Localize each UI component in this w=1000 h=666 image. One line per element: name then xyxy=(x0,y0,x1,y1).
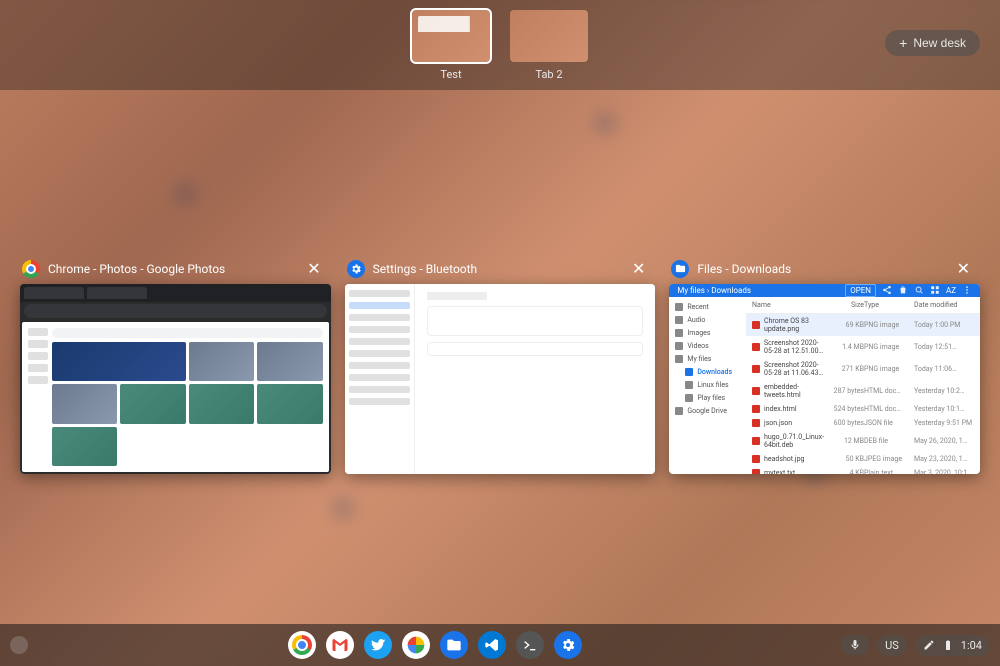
close-icon[interactable]: ✕ xyxy=(953,259,974,278)
files-list: Name Size Type Date modified Chrome OS 8… xyxy=(746,297,980,474)
battery-icon xyxy=(941,639,955,651)
shelf-app-twitter[interactable] xyxy=(364,631,392,659)
sidebar-item-images[interactable]: Images xyxy=(675,329,740,337)
gear-icon xyxy=(347,260,365,278)
sidebar-item-videos[interactable]: Videos xyxy=(675,342,740,350)
desk-thumb-preview xyxy=(510,10,588,62)
sidebar-item-myfiles[interactable]: My files xyxy=(675,355,740,363)
files-preview: My files › Downloads OPEN A xyxy=(669,284,980,474)
file-row[interactable]: Screenshot 2020-05-28 at 11.06.43…271 KB… xyxy=(746,358,980,380)
sidebar-item-play[interactable]: Play files xyxy=(685,394,740,402)
sidebar-item-downloads[interactable]: Downloads xyxy=(685,368,740,376)
window-title: Chrome - Photos - Google Photos xyxy=(48,262,295,276)
gear-icon xyxy=(560,637,576,653)
file-row[interactable]: hugo_0.71.0_Linux-64bit.deb12 MBDEB file… xyxy=(746,430,980,452)
file-row[interactable]: headshot.jpg50 KBJPEG imageMay 23, 2020,… xyxy=(746,452,980,466)
delete-icon[interactable] xyxy=(898,285,908,297)
clock: 1:04 xyxy=(961,639,982,652)
sidebar-item-recent[interactable]: Recent xyxy=(675,303,740,311)
folder-icon xyxy=(446,637,462,653)
settings-preview xyxy=(345,284,656,474)
window-settings[interactable]: Settings - Bluetooth ✕ xyxy=(345,255,656,474)
window-chrome[interactable]: Chrome - Photos - Google Photos ✕ xyxy=(20,255,331,474)
window-body[interactable]: My files › Downloads OPEN A xyxy=(669,284,980,474)
sidebar-item-gdrive[interactable]: Google Drive xyxy=(675,407,740,415)
pen-icon xyxy=(923,639,935,651)
shelf-app-gmail[interactable] xyxy=(326,631,354,659)
launcher-button[interactable] xyxy=(10,636,28,654)
file-row[interactable]: json.json600 bytesJSON fileYesterday 9:5… xyxy=(746,416,980,430)
new-desk-button[interactable]: + New desk xyxy=(885,30,980,56)
chrome-icon xyxy=(22,260,40,278)
close-icon[interactable]: ✕ xyxy=(628,259,649,278)
desk-thumb-test[interactable]: Test xyxy=(412,10,490,81)
shelf-app-terminal[interactable] xyxy=(516,631,544,659)
photos-icon xyxy=(406,635,426,655)
desk-label: Test xyxy=(440,68,461,81)
file-row[interactable]: Screenshot 2020-05-28 at 12.51.00…1.4 MB… xyxy=(746,336,980,358)
files-columns[interactable]: Name Size Type Date modified xyxy=(746,297,980,314)
close-icon[interactable]: ✕ xyxy=(303,259,324,278)
desk-thumb-preview xyxy=(412,10,490,62)
files-sidebar: Recent Audio Images Videos My files Down… xyxy=(669,297,746,474)
window-header: Settings - Bluetooth ✕ xyxy=(345,255,656,284)
window-title: Settings - Bluetooth xyxy=(373,262,620,276)
mic-icon xyxy=(849,639,861,651)
plus-icon: + xyxy=(899,36,907,50)
files-toolbar: My files › Downloads OPEN A xyxy=(669,284,980,297)
sidebar-item-audio[interactable]: Audio xyxy=(675,316,740,324)
window-body[interactable] xyxy=(345,284,656,474)
mic-pill[interactable] xyxy=(841,635,869,655)
gmail-icon xyxy=(331,636,349,654)
search-icon[interactable] xyxy=(914,285,924,297)
ime-pill[interactable]: US xyxy=(877,635,907,656)
window-title: Files - Downloads xyxy=(697,262,944,276)
file-row[interactable]: Chrome OS 83 update.png69 KBPNG imageTod… xyxy=(746,314,980,336)
shelf-app-settings[interactable] xyxy=(554,631,582,659)
desk-thumb-tab2[interactable]: Tab 2 xyxy=(510,10,588,81)
shelf-apps xyxy=(28,631,841,659)
chrome-icon xyxy=(292,635,312,655)
sidebar-item-linux[interactable]: Linux files xyxy=(685,381,740,389)
terminal-icon xyxy=(522,637,538,653)
desk-label: Tab 2 xyxy=(535,68,562,81)
shelf-app-chrome[interactable] xyxy=(288,631,316,659)
shelf: US 1:04 xyxy=(0,624,1000,666)
status-area[interactable]: US 1:04 xyxy=(841,635,990,656)
folder-icon xyxy=(671,260,689,278)
vscode-icon xyxy=(484,637,500,653)
file-row[interactable]: mytext.txt4 KBPlain textMar 3, 2020, 10:… xyxy=(746,466,980,474)
sort-icon[interactable]: AZ xyxy=(946,286,956,295)
share-icon[interactable] xyxy=(882,285,892,297)
shelf-app-photos[interactable] xyxy=(402,631,430,659)
window-header: Chrome - Photos - Google Photos ✕ xyxy=(20,255,331,284)
twitter-icon xyxy=(370,637,386,653)
desks-bar: Test Tab 2 + New desk xyxy=(0,0,1000,90)
file-row[interactable]: index.html524 bytesHTML doc…Yesterday 10… xyxy=(746,402,980,416)
ime-label: US xyxy=(885,639,899,652)
shelf-app-vscode[interactable] xyxy=(478,631,506,659)
view-icon[interactable] xyxy=(930,285,940,297)
file-row[interactable]: embedded-tweets.html287 bytesHTML doc…Ye… xyxy=(746,380,980,402)
files-open-button[interactable]: OPEN xyxy=(845,284,876,297)
files-breadcrumb[interactable]: My files › Downloads xyxy=(677,286,751,295)
window-body[interactable] xyxy=(20,284,331,474)
overview-row: Chrome - Photos - Google Photos ✕ xyxy=(20,255,980,474)
system-tray[interactable]: 1:04 xyxy=(915,635,990,656)
window-header: Files - Downloads ✕ xyxy=(669,255,980,284)
new-desk-label: New desk xyxy=(913,36,966,50)
more-icon[interactable] xyxy=(962,285,972,297)
shelf-app-files[interactable] xyxy=(440,631,468,659)
window-files[interactable]: Files - Downloads ✕ My files › Downloads… xyxy=(669,255,980,474)
chrome-preview xyxy=(20,284,331,474)
